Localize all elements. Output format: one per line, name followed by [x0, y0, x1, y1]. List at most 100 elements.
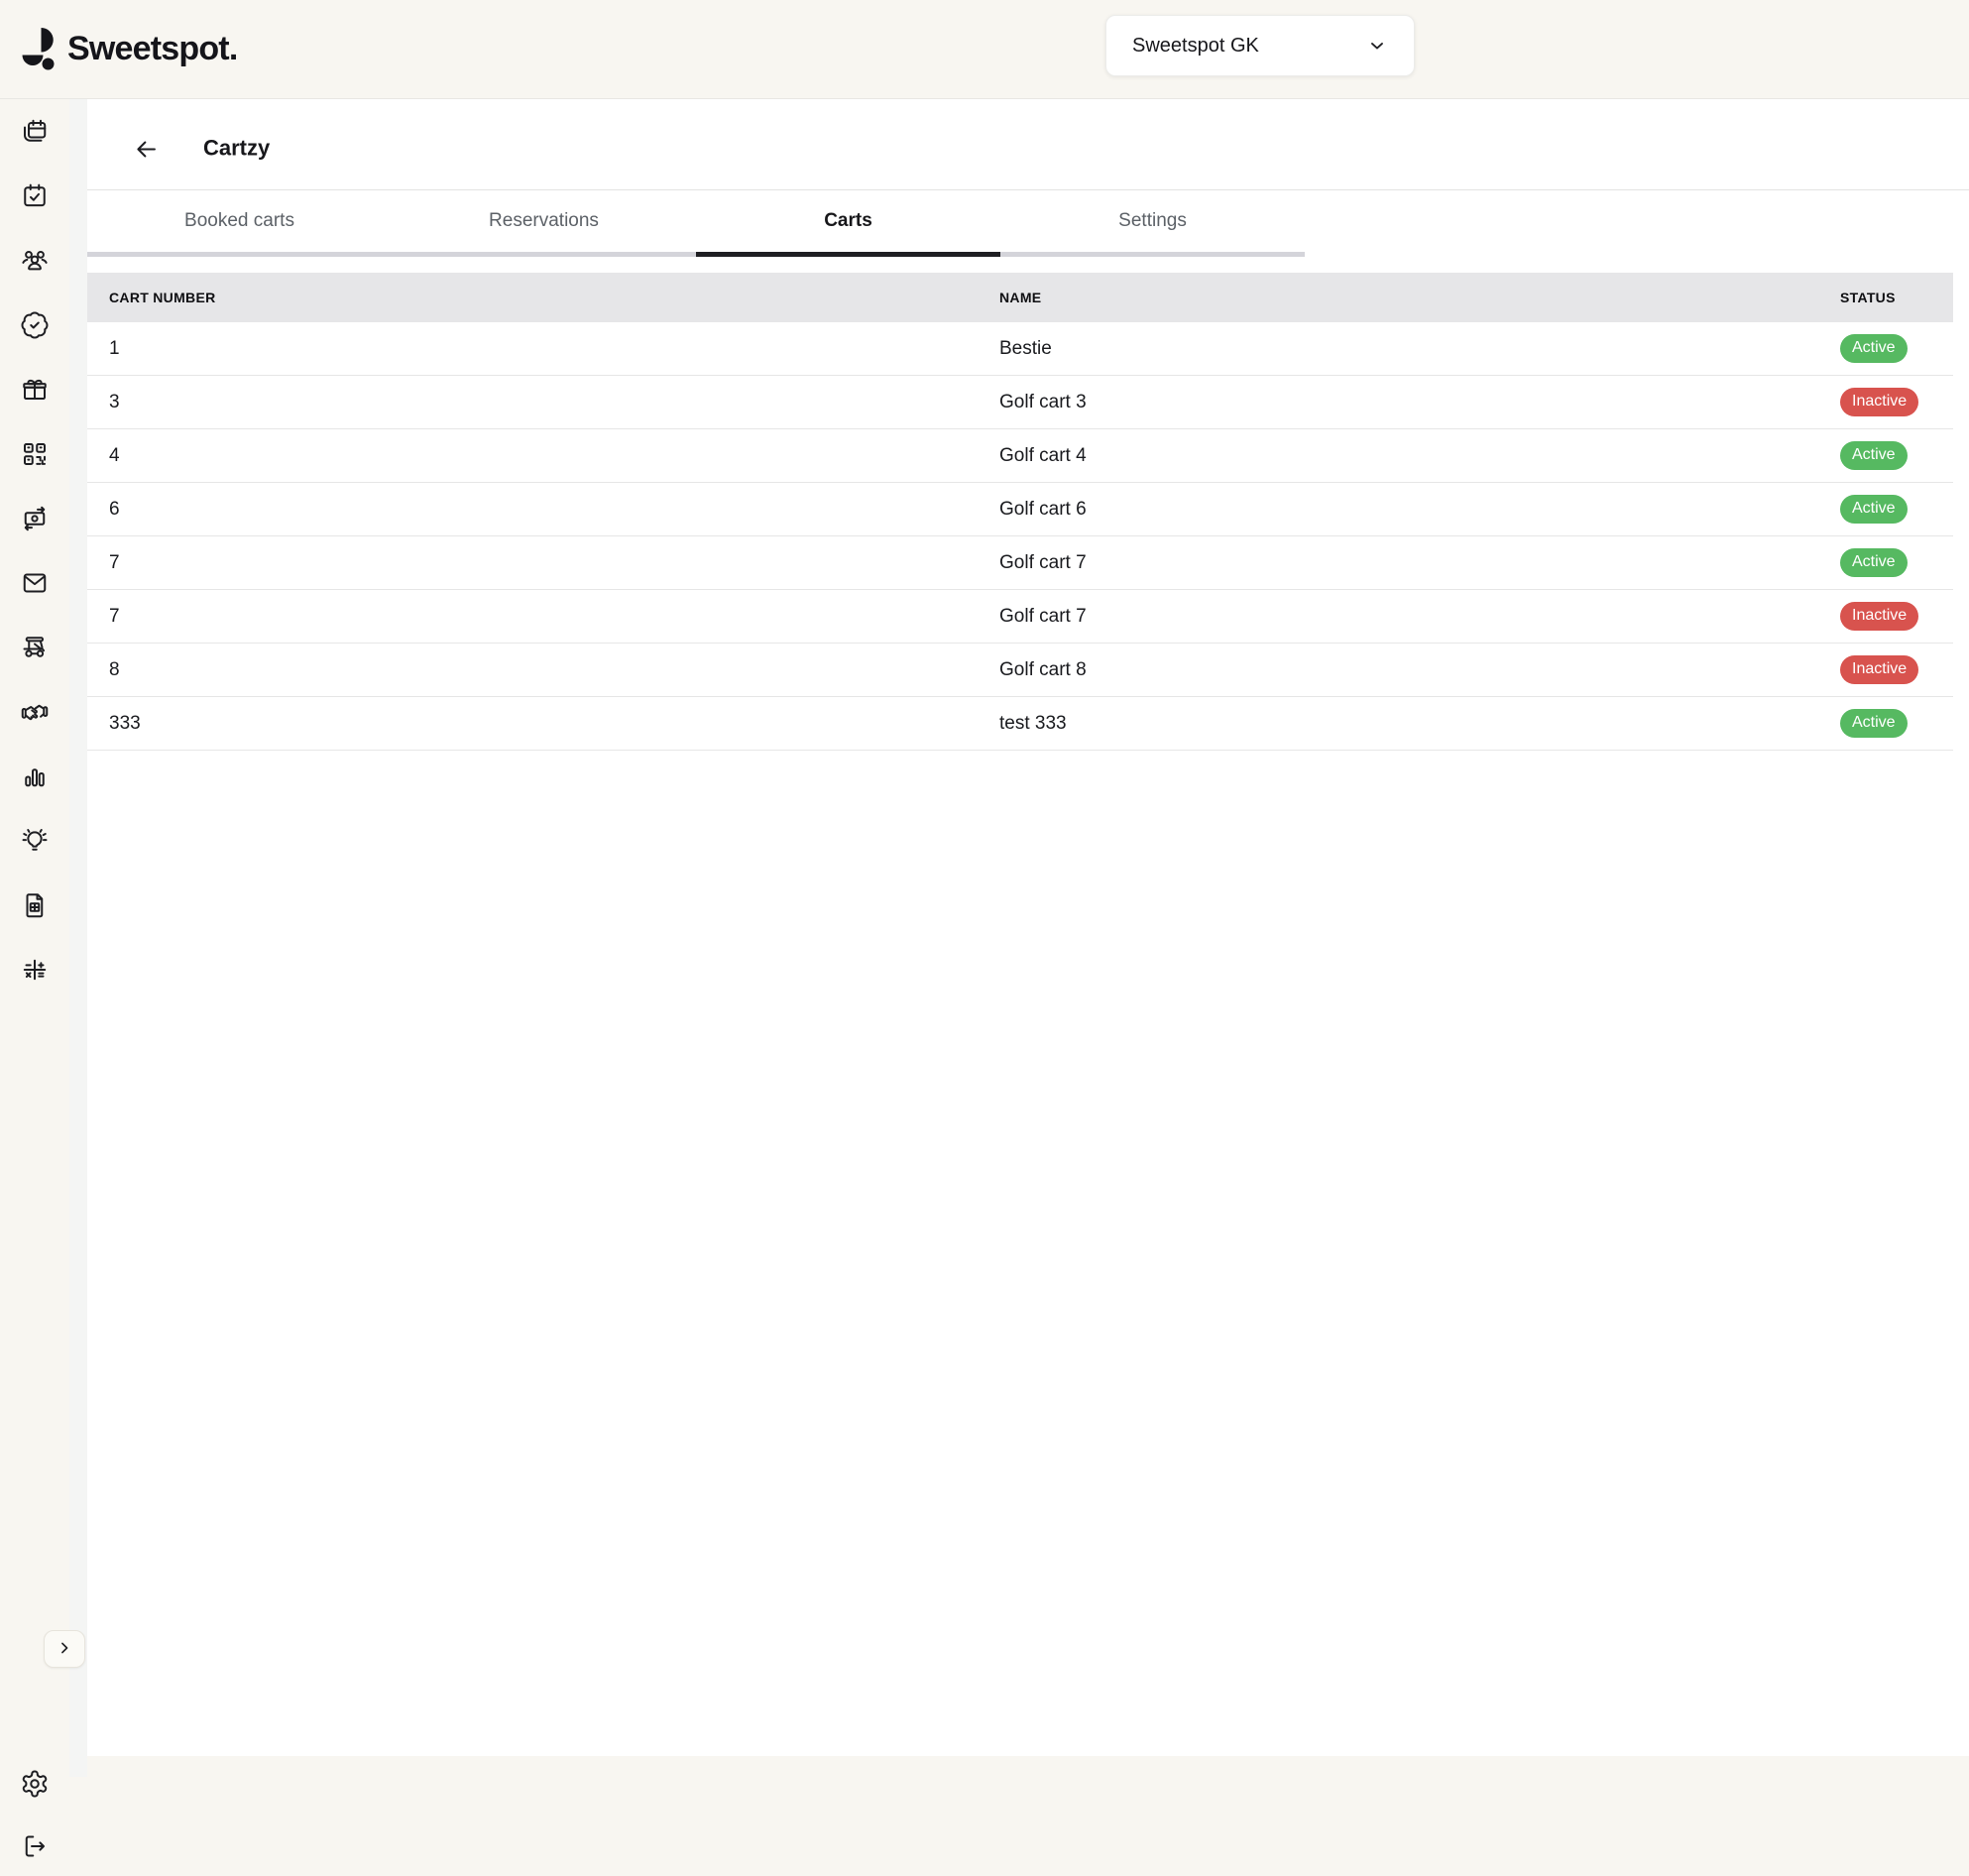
sweetspot-logo-icon [20, 26, 58, 71]
tee-sheet-icon [20, 117, 50, 147]
table-row[interactable]: 8Golf cart 8Inactive [87, 644, 1953, 697]
club-selector-dropdown[interactable]: Sweetspot GK [1105, 15, 1415, 76]
cart-name-cell: Golf cart 8 [999, 659, 1840, 681]
status-badge: Active [1840, 709, 1908, 737]
sidebar-item-vouchers[interactable] [0, 357, 69, 421]
sidebar-item-settings[interactable] [0, 1754, 69, 1814]
club-selector-value: Sweetspot GK [1132, 35, 1259, 58]
chevron-right-icon [55, 1638, 74, 1661]
cart-number-cell: 333 [87, 713, 999, 735]
status-cell: Inactive [1840, 655, 1953, 683]
tab-reservations[interactable]: Reservations [392, 190, 696, 257]
status-cell: Active [1840, 709, 1953, 737]
cart-number-cell: 3 [87, 392, 999, 413]
status-cell: Inactive [1840, 388, 1953, 415]
logo-text: Sweetspot. [67, 30, 237, 68]
tab-carts[interactable]: Carts [696, 190, 1000, 257]
status-badge: Active [1840, 548, 1908, 576]
table-row[interactable]: 7Golf cart 7Active [87, 536, 1953, 590]
carts-table-body: 1BestieActive3Golf cart 3Inactive4Golf c… [87, 322, 1953, 751]
cart-number-cell: 6 [87, 499, 999, 521]
cart-name-cell: test 333 [999, 713, 1840, 735]
status-cell: Inactive [1840, 602, 1953, 630]
invoices-icon [20, 890, 50, 920]
sidebar-item-partnerships[interactable] [0, 679, 69, 744]
cart-number-cell: 4 [87, 445, 999, 467]
status-cell: Active [1840, 495, 1953, 523]
app-logo[interactable]: Sweetspot. [20, 26, 237, 71]
table-row[interactable]: 4Golf cart 4Active [87, 429, 1953, 483]
sidebar-item-calendar[interactable] [0, 164, 69, 228]
sidebar-item-qr-codes[interactable] [0, 421, 69, 486]
status-badge: Active [1840, 495, 1908, 523]
sidebar-item-statistics[interactable] [0, 744, 69, 808]
adjustments-icon [20, 955, 50, 985]
status-badge: Inactive [1840, 655, 1918, 683]
status-cell: Active [1840, 334, 1953, 362]
app-header: Sweetspot. Sweetspot GK [0, 0, 1969, 99]
sidebar-item-logout[interactable] [0, 1817, 69, 1876]
cart-name-cell: Golf cart 7 [999, 606, 1840, 628]
sidebar-item-payments[interactable] [0, 486, 69, 550]
column-header-status: STATUS [1840, 290, 1953, 305]
status-badge: Inactive [1840, 388, 1918, 415]
page-header: Cartzy [87, 99, 1969, 190]
sidebar [0, 99, 69, 1777]
statistics-icon [20, 762, 50, 791]
sidebar-item-memberships[interactable] [0, 293, 69, 357]
status-badge: Active [1840, 334, 1908, 362]
table-header-row: CART NUMBERNAMESTATUS [87, 273, 1953, 322]
status-badge: Active [1840, 441, 1908, 469]
sidebar-item-members[interactable] [0, 228, 69, 293]
cart-number-cell: 7 [87, 552, 999, 574]
chevron-down-icon [1366, 35, 1388, 57]
back-button[interactable] [133, 136, 160, 163]
cart-number-cell: 1 [87, 338, 999, 360]
status-cell: Active [1840, 548, 1953, 576]
sidebar-item-tee-sheet[interactable] [0, 99, 69, 164]
cart-name-cell: Golf cart 3 [999, 392, 1840, 413]
table-row[interactable]: 6Golf cart 6Active [87, 483, 1953, 536]
cart-number-cell: 7 [87, 606, 999, 628]
status-badge: Inactive [1840, 602, 1918, 630]
tab-booked-carts[interactable]: Booked carts [87, 190, 392, 257]
column-header-cart-number: CART NUMBER [87, 290, 999, 305]
gift-icon [20, 375, 50, 405]
sidebar-item-invoices[interactable] [0, 873, 69, 937]
content-gutter [69, 99, 87, 1777]
sidebar-nav [0, 99, 69, 1001]
insights-icon [20, 826, 50, 856]
table-row[interactable]: 1BestieActive [87, 322, 1953, 376]
tab-bar: Booked cartsReservationsCartsSettings [87, 190, 1305, 257]
sidebar-item-insights[interactable] [0, 808, 69, 873]
table-row[interactable]: 3Golf cart 3Inactive [87, 376, 1953, 429]
cart-number-cell: 8 [87, 659, 999, 681]
sidebar-item-golf-carts[interactable] [0, 615, 69, 679]
arrow-left-icon [133, 150, 160, 167]
cart-name-cell: Bestie [999, 338, 1840, 360]
cart-name-cell: Golf cart 6 [999, 499, 1840, 521]
status-cell: Active [1840, 441, 1953, 469]
carts-table: CART NUMBERNAMESTATUS 1BestieActive3Golf… [87, 273, 1953, 751]
sidebar-item-adjustments[interactable] [0, 937, 69, 1001]
column-header-name: NAME [999, 290, 1840, 305]
tab-settings[interactable]: Settings [1000, 190, 1305, 257]
page-title: Cartzy [203, 135, 270, 161]
qr-code-icon [20, 439, 50, 469]
cart-name-cell: Golf cart 4 [999, 445, 1840, 467]
payments-icon [20, 504, 50, 533]
table-row[interactable]: 7Golf cart 7Inactive [87, 590, 1953, 644]
cart-name-cell: Golf cart 7 [999, 552, 1840, 574]
logout-icon [20, 1831, 50, 1861]
calendar-check-icon [20, 181, 50, 211]
mail-icon [20, 568, 50, 598]
badge-check-icon [20, 310, 50, 340]
gear-icon [20, 1769, 50, 1799]
sidebar-item-messages[interactable] [0, 550, 69, 615]
golf-cart-icon [20, 633, 50, 662]
main-content: Cartzy Booked cartsReservationsCartsSett… [87, 99, 1969, 1756]
members-icon [20, 246, 50, 276]
table-row[interactable]: 333test 333Active [87, 697, 1953, 751]
partnership-icon [20, 697, 50, 727]
sidebar-expand-button[interactable] [44, 1630, 85, 1668]
